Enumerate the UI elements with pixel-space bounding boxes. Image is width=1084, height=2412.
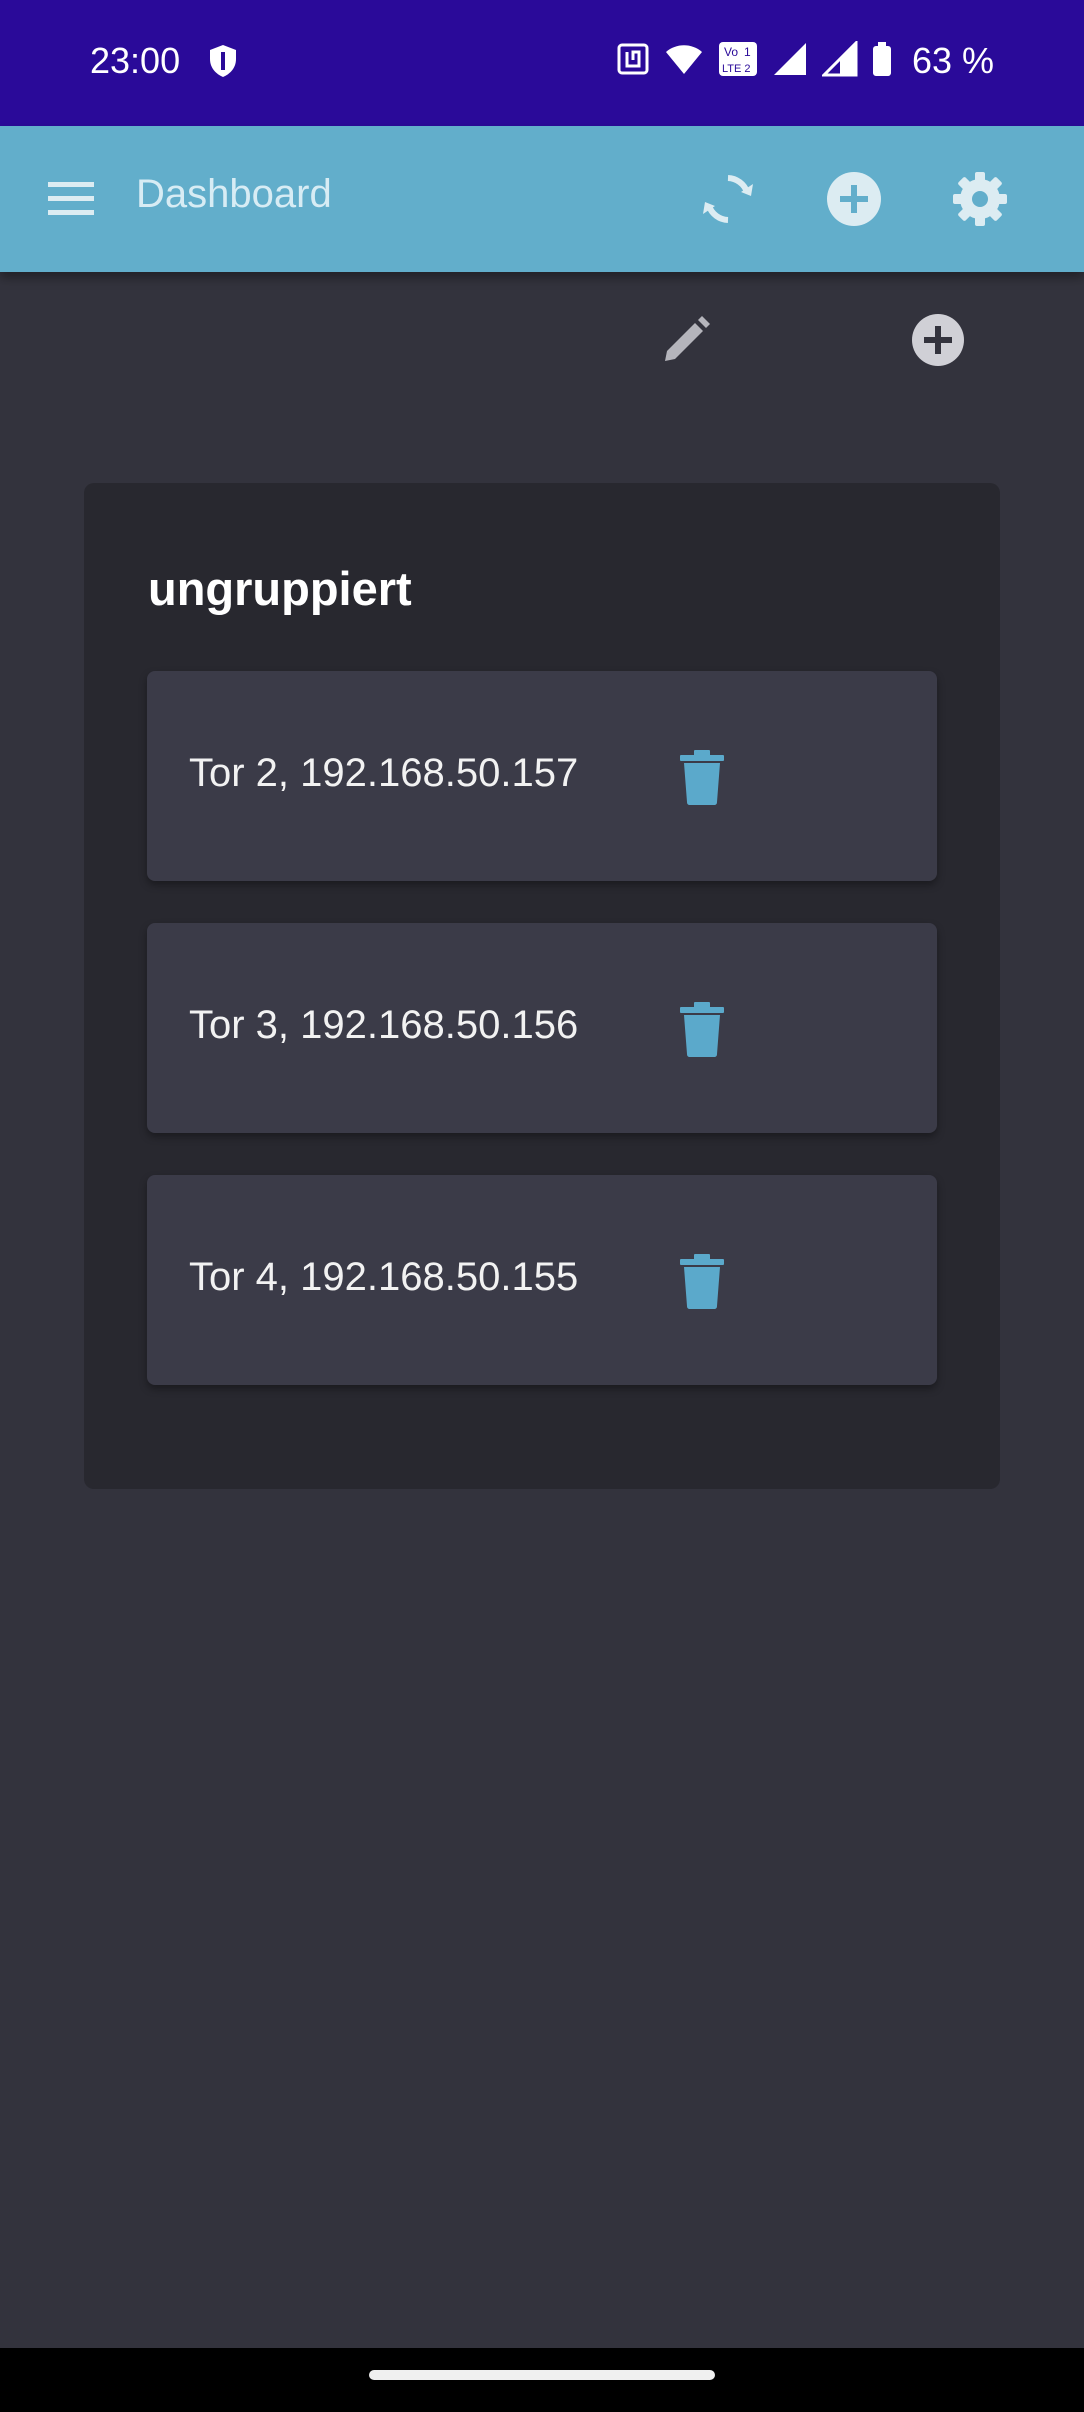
volte-icon: Vo 1 LTE 2: [718, 41, 758, 82]
status-icons: Vo 1 LTE 2 63 %: [616, 38, 994, 82]
page-title: Dashboard: [136, 172, 332, 216]
battery-text: 63 %: [911, 40, 994, 81]
signal-icon: [820, 38, 858, 82]
device-card[interactable]: Tor 4, 192.168.50.155: [147, 1175, 937, 1385]
add-circle-icon[interactable]: [906, 308, 970, 372]
device-card[interactable]: Tor 3, 192.168.50.156: [147, 923, 937, 1133]
svg-text:1: 1: [744, 45, 751, 59]
delete-icon[interactable]: [677, 749, 727, 805]
home-gesture-handle[interactable]: [369, 2370, 715, 2380]
dashboard-toolbar: [0, 272, 1084, 402]
device-group-card: ungruppiert Tor 2, 192.168.50.157 Tor 3,…: [84, 483, 1000, 1489]
status-time: 23:00: [90, 40, 181, 81]
device-label: Tor 3, 192.168.50.156: [189, 1003, 579, 1047]
nfc-icon: [616, 42, 650, 81]
navigation-bar: [0, 2348, 1084, 2412]
menu-icon[interactable]: [44, 174, 104, 224]
signal-icon: [772, 41, 808, 82]
device-card[interactable]: Tor 2, 192.168.50.157: [147, 671, 937, 881]
device-label: Tor 4, 192.168.50.155: [189, 1255, 579, 1299]
refresh-icon[interactable]: [695, 166, 761, 232]
group-title: ungruppiert: [148, 562, 412, 615]
pencil-icon[interactable]: [654, 308, 718, 372]
status-bar: 23:00 Vo 1 LTE 2 63 %: [0, 0, 1084, 126]
app-bar: Dashboard: [0, 126, 1084, 272]
delete-icon[interactable]: [677, 1001, 727, 1057]
wifi-icon: [664, 42, 704, 81]
settings-icon[interactable]: [947, 166, 1013, 232]
shield-icon: [208, 44, 238, 83]
device-label: Tor 2, 192.168.50.157: [189, 751, 579, 795]
svg-text:LTE 2: LTE 2: [722, 63, 751, 75]
add-circle-icon[interactable]: [821, 166, 887, 232]
delete-icon[interactable]: [677, 1253, 727, 1309]
battery-icon: [872, 41, 892, 82]
svg-text:Vo: Vo: [724, 45, 738, 59]
